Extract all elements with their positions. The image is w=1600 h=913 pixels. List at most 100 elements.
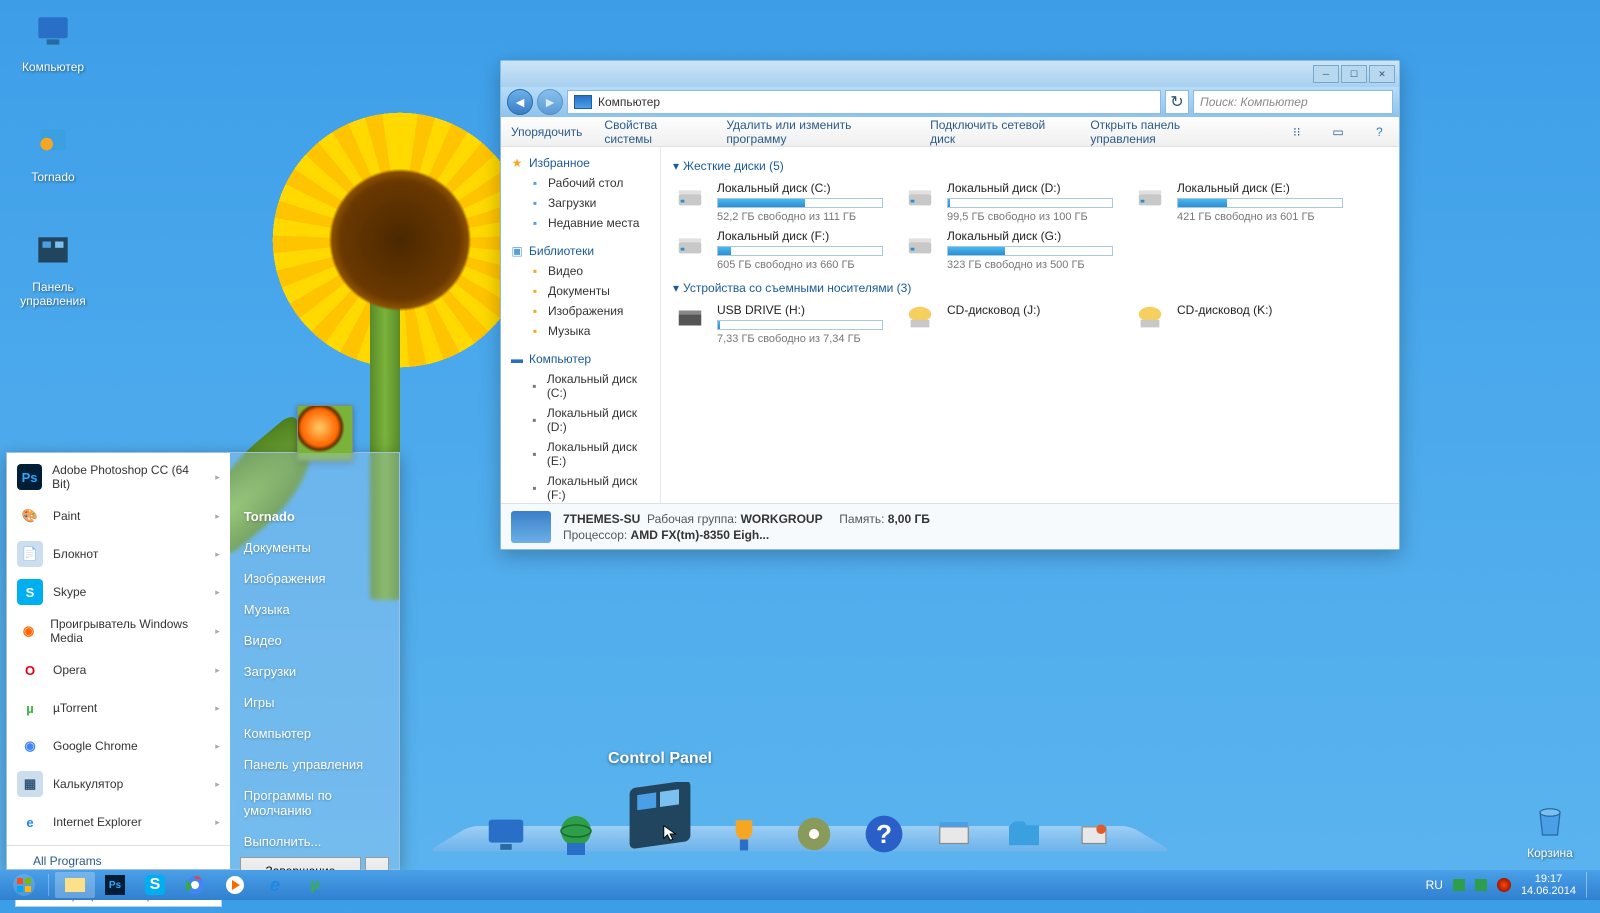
start-right-item[interactable]: Музыка xyxy=(240,594,389,625)
dock-games[interactable] xyxy=(718,808,770,860)
refresh-button[interactable]: ↻ xyxy=(1165,90,1189,114)
start-right-item[interactable]: Документы xyxy=(240,532,389,563)
tray-action-icon[interactable] xyxy=(1475,879,1487,891)
nav-item[interactable]: ▪Локальный диск (F:) xyxy=(505,471,656,503)
drive-item[interactable]: Локальный диск (G:)323 ГБ свободно из 50… xyxy=(903,229,1113,271)
nav-item[interactable]: ▪Рабочий стол xyxy=(505,173,656,193)
desktop-icon-computer[interactable]: Компьютер xyxy=(8,8,98,74)
dock-disc[interactable] xyxy=(788,808,840,860)
disc-drive-icon xyxy=(1133,303,1167,333)
forward-button[interactable]: ► xyxy=(537,89,563,115)
start-button[interactable] xyxy=(6,872,42,898)
drive-item[interactable]: CD-дисковод (K:) xyxy=(1133,303,1343,345)
start-right-item[interactable]: Tornado xyxy=(240,501,389,532)
taskbar-explorer[interactable] xyxy=(55,872,95,898)
uninstall-program[interactable]: Удалить или изменить программу xyxy=(726,118,908,146)
app-icon: µ xyxy=(17,695,43,721)
taskbar-ie[interactable]: e xyxy=(255,872,295,898)
drive-item[interactable]: USB DRIVE (H:)7,33 ГБ свободно из 7,34 Г… xyxy=(673,303,883,345)
utorrent-icon: µ xyxy=(305,875,325,895)
usage-bar xyxy=(1177,198,1343,208)
item-icon: ▪ xyxy=(527,447,542,461)
nav-item[interactable]: ▪Музыка xyxy=(505,321,656,341)
dock-computer[interactable] xyxy=(480,808,532,860)
organize-menu[interactable]: Упорядочить xyxy=(511,125,582,139)
start-app[interactable]: µµTorrent▸ xyxy=(7,689,230,727)
start-app[interactable]: ◉Проигрыватель Windows Media▸ xyxy=(7,611,230,651)
clock[interactable]: 19:17 14.06.2014 xyxy=(1521,873,1576,897)
drive-item[interactable]: Локальный диск (D:)99,5 ГБ свободно из 1… xyxy=(903,181,1113,223)
favorites-header[interactable]: ★Избранное xyxy=(505,153,656,173)
start-app[interactable]: PsAdobe Photoshop CC (64 Bit)▸ xyxy=(7,457,230,497)
run-icon xyxy=(935,815,973,853)
tray-flag-icon[interactable] xyxy=(1453,879,1465,891)
nav-item[interactable]: ▪Видео xyxy=(505,261,656,281)
taskbar-skype[interactable]: S xyxy=(135,872,175,898)
taskbar-utorrent[interactable]: µ xyxy=(295,872,335,898)
tray-av-icon[interactable] xyxy=(1497,878,1511,892)
search-input[interactable]: Поиск: Компьютер xyxy=(1193,90,1393,114)
dock-network[interactable] xyxy=(550,808,602,860)
drive-item[interactable]: Локальный диск (C:)52,2 ГБ свободно из 1… xyxy=(673,181,883,223)
titlebar[interactable]: ─ ☐ ✕ xyxy=(501,61,1399,87)
taskbar-chrome[interactable] xyxy=(175,872,215,898)
recycle-bin[interactable]: Корзина xyxy=(1510,798,1590,860)
desktop-icon-control-panel[interactable]: Панель управления xyxy=(8,228,98,308)
view-options-icon[interactable]: ⁝⁝ xyxy=(1287,122,1306,142)
start-right-item[interactable]: Игры xyxy=(240,687,389,718)
maximize-button[interactable]: ☐ xyxy=(1341,65,1367,83)
nav-item[interactable]: ▪Изображения xyxy=(505,301,656,321)
minimize-button[interactable]: ─ xyxy=(1313,65,1339,83)
item-icon: ▪ xyxy=(527,379,542,393)
section-removable[interactable]: ▾ Устройства со съемными носителями (3) xyxy=(673,281,1387,295)
start-right-item[interactable]: Загрузки xyxy=(240,656,389,687)
start-right-item[interactable]: Выполнить... xyxy=(240,826,389,857)
start-app[interactable]: ▦Калькулятор▸ xyxy=(7,765,230,803)
dock-defaults[interactable] xyxy=(1068,808,1120,860)
dock-folder[interactable] xyxy=(998,808,1050,860)
desktop-icon-tornado[interactable]: Tornado xyxy=(8,118,98,184)
start-right-item[interactable]: Видео xyxy=(240,625,389,656)
start-right-item[interactable]: Изображения xyxy=(240,563,389,594)
back-button[interactable]: ◄ xyxy=(507,89,533,115)
breadcrumb[interactable]: Компьютер xyxy=(567,90,1161,114)
libraries-header[interactable]: ▣Библиотеки xyxy=(505,241,656,261)
nav-item[interactable]: ▪Локальный диск (D:) xyxy=(505,403,656,437)
taskbar-photoshop[interactable]: Ps xyxy=(95,872,135,898)
start-right-item[interactable]: Программы по умолчанию xyxy=(240,780,389,826)
dock-help[interactable]: ? xyxy=(858,808,910,860)
nav-item[interactable]: ▪Документы xyxy=(505,281,656,301)
close-button[interactable]: ✕ xyxy=(1369,65,1395,83)
map-drive[interactable]: Подключить сетевой диск xyxy=(930,118,1068,146)
taskbar-wmp[interactable] xyxy=(215,872,255,898)
preview-pane-icon[interactable]: ▭ xyxy=(1328,122,1347,142)
nav-item[interactable]: ▪Недавние места xyxy=(505,213,656,233)
start-app[interactable]: SSkype▸ xyxy=(7,573,230,611)
item-icon: ▪ xyxy=(527,264,543,278)
open-control-panel[interactable]: Открыть панель управления xyxy=(1090,118,1243,146)
start-app[interactable]: eInternet Explorer▸ xyxy=(7,803,230,841)
start-app[interactable]: ◉Google Chrome▸ xyxy=(7,727,230,765)
section-hard-disks[interactable]: ▾ Жесткие диски (5) xyxy=(673,159,1387,173)
recycle-bin-icon xyxy=(1530,800,1570,840)
language-indicator[interactable]: RU xyxy=(1426,878,1443,892)
usage-bar xyxy=(717,198,883,208)
start-app[interactable]: 📄Блокнот▸ xyxy=(7,535,230,573)
drive-item[interactable]: CD-дисковод (J:) xyxy=(903,303,1113,345)
start-right-item[interactable]: Панель управления xyxy=(240,749,389,780)
drive-item[interactable]: Локальный диск (F:)605 ГБ свободно из 66… xyxy=(673,229,883,271)
drive-item[interactable]: Локальный диск (E:)421 ГБ свободно из 60… xyxy=(1133,181,1343,223)
start-right-item[interactable]: Компьютер xyxy=(240,718,389,749)
app-icon: O xyxy=(17,657,43,683)
show-desktop-button[interactable] xyxy=(1586,872,1594,898)
start-app[interactable]: 🎨Paint▸ xyxy=(7,497,230,535)
computer-header[interactable]: ▬Компьютер xyxy=(505,349,656,369)
nav-item[interactable]: ▪Загрузки xyxy=(505,193,656,213)
start-app[interactable]: OOpera▸ xyxy=(7,651,230,689)
system-properties[interactable]: Свойства системы xyxy=(604,118,704,146)
dock-run[interactable] xyxy=(928,808,980,860)
help-icon[interactable]: ? xyxy=(1370,122,1389,142)
nav-item[interactable]: ▪Локальный диск (E:) xyxy=(505,437,656,471)
dock-control-panel[interactable]: Control Panel xyxy=(620,780,700,860)
nav-item[interactable]: ▪Локальный диск (C:) xyxy=(505,369,656,403)
